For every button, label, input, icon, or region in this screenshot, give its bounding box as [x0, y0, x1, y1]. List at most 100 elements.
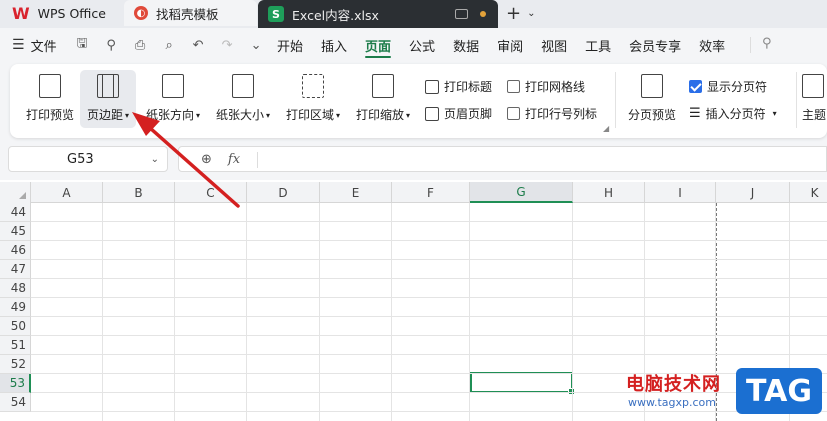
grid-column-line [391, 203, 392, 421]
tab-member[interactable]: 会员专享 [620, 28, 690, 62]
page-break-preview-button[interactable]: 分页预览 [622, 70, 682, 128]
orientation-icon [162, 74, 184, 98]
checkbox-checked-icon[interactable] [689, 80, 702, 93]
grid-column-line [246, 203, 247, 421]
fx-icon[interactable]: fx [228, 152, 240, 167]
column-header-C[interactable]: C [175, 182, 247, 203]
dialog-launcher-icon[interactable]: ◢ [603, 124, 609, 133]
print-preview-icon[interactable]: ⌕ [162, 38, 177, 53]
selected-cell[interactable] [470, 372, 575, 395]
spreadsheet-icon: S [268, 6, 284, 22]
print-titles-button[interactable]: 打印标题 [425, 78, 492, 95]
print-row-col-checkbox[interactable]: 打印行号列标 [507, 105, 597, 122]
grid-row-line [31, 240, 827, 241]
tab-excel-file[interactable]: S Excel内容.xlsx [258, 0, 498, 28]
checkbox-unchecked-icon[interactable] [507, 80, 520, 93]
save-icon[interactable]: 🖫 [75, 36, 90, 53]
name-box[interactable]: G53 ⌄ [8, 146, 168, 172]
tab-tools[interactable]: 工具 [576, 28, 620, 62]
title-tab-bar: W WPS Office ◐ 找稻壳模板 S Excel内容.xlsx + ⌄ [0, 0, 827, 28]
show-page-break-checkbox[interactable]: 显示分页符 [689, 78, 767, 95]
page-margin-label: 页边距 [86, 108, 123, 122]
row-header-53[interactable]: 53 [0, 374, 31, 393]
tab-file-label: Excel内容.xlsx [292, 7, 379, 23]
row-header-49[interactable]: 49 [0, 298, 31, 317]
redo-icon[interactable]: ↷ [220, 38, 235, 53]
chevron-down-icon[interactable]: ⌄ [527, 8, 535, 19]
column-header-J[interactable]: J [716, 182, 790, 203]
column-header-E[interactable]: E [320, 182, 392, 203]
row-header-45[interactable]: 45 [0, 222, 31, 241]
print-scale-button[interactable]: 打印缩放 ▾ [350, 70, 416, 128]
caret-down-icon: ▾ [772, 109, 777, 118]
paper-size-button[interactable]: 纸张大小 ▾ [210, 70, 276, 128]
page-margin-button[interactable]: 页边距 ▾ [80, 70, 136, 128]
column-header-G[interactable]: G [470, 182, 573, 203]
insert-page-break-button[interactable]: ☰ 插入分页符 ▾ [689, 105, 777, 122]
column-header-B[interactable]: B [103, 182, 175, 203]
docer-logo-icon: ◐ [134, 6, 148, 20]
print-area-label: 打印区域 [285, 108, 334, 122]
tab-efficiency[interactable]: 效率 [690, 28, 734, 62]
monitor-icon[interactable] [455, 9, 468, 19]
column-header-K[interactable]: K [790, 182, 827, 203]
new-tab-icon[interactable]: + [506, 3, 521, 24]
print-icon[interactable]: ⎙ [133, 38, 148, 53]
hamburger-menu-icon[interactable]: ☰ [12, 37, 25, 53]
row-header-54[interactable]: 54 [0, 393, 31, 412]
page-break-preview-icon [641, 74, 663, 98]
column-header-A[interactable]: A [31, 182, 103, 203]
grid-column-line [319, 203, 320, 421]
print-preview-label: 打印预览 [25, 108, 74, 122]
watermark-url: www.tagxp.com [628, 396, 716, 409]
tab-template[interactable]: ◐ 找稻壳模板 [124, 0, 257, 26]
row-header-50[interactable]: 50 [0, 317, 31, 336]
column-header-I[interactable]: I [645, 182, 716, 203]
caret-down-icon: ▾ [406, 111, 411, 120]
theme-label: 主题 [802, 108, 827, 122]
grid-row-line [31, 316, 827, 317]
row-header-44[interactable]: 44 [0, 203, 31, 222]
search-icon[interactable]: ⚲ [762, 36, 772, 51]
row-header-48[interactable]: 48 [0, 279, 31, 298]
more-chevron-icon[interactable]: ⌄ [249, 38, 264, 53]
orientation-button[interactable]: 纸张方向 ▾ [140, 70, 206, 128]
undo-icon[interactable]: ↶ [191, 38, 206, 53]
insert-page-break-icon: ☰ [689, 106, 701, 121]
caret-down-icon: ▾ [125, 111, 130, 120]
tab-data[interactable]: 数据 [444, 28, 488, 62]
menu-file[interactable]: 文件 [31, 36, 57, 55]
row-header-47[interactable]: 47 [0, 260, 31, 279]
print-preview-button[interactable]: 打印预览 [18, 70, 82, 128]
column-header-F[interactable]: F [392, 182, 470, 203]
grid-row-line [31, 297, 827, 298]
zoom-search-icon[interactable]: ⊕ [201, 152, 212, 167]
theme-button[interactable]: 主题 [802, 70, 827, 128]
print-preview-icon [39, 74, 61, 98]
wps-logo-icon: W [12, 3, 30, 23]
tab-formula[interactable]: 公式 [400, 28, 444, 62]
header-footer-button[interactable]: 页眉页脚 [425, 105, 492, 122]
ribbon-divider [615, 72, 616, 128]
print-area-button[interactable]: 打印区域 ▾ [280, 70, 346, 128]
column-header-H[interactable]: H [573, 182, 645, 203]
row-header-46[interactable]: 46 [0, 241, 31, 260]
tab-review[interactable]: 审阅 [488, 28, 532, 62]
format-painter-icon[interactable]: ⚲ [104, 38, 119, 53]
tab-insert[interactable]: 插入 [312, 28, 356, 62]
caret-down-icon: ▾ [266, 111, 271, 120]
row-header-52[interactable]: 52 [0, 355, 31, 374]
checkbox-unchecked-icon[interactable] [507, 107, 520, 120]
tab-wps-office[interactable]: W WPS Office [0, 0, 120, 26]
print-gridlines-checkbox[interactable]: 打印网格线 [507, 78, 585, 95]
theme-icon [802, 74, 824, 98]
formula-input[interactable]: ⊕ fx [178, 146, 827, 172]
column-header-D[interactable]: D [247, 182, 320, 203]
chevron-down-icon[interactable]: ⌄ [151, 154, 159, 165]
tab-view[interactable]: 视图 [532, 28, 576, 62]
row-header-51[interactable]: 51 [0, 336, 31, 355]
tab-page[interactable]: 页面 [356, 28, 400, 62]
tab-home[interactable]: 开始 [268, 28, 312, 62]
select-all-corner[interactable] [0, 182, 31, 203]
ribbon-tabs: 开始 插入 页面 公式 数据 审阅 视图 工具 会员专享 效率 [268, 28, 734, 62]
